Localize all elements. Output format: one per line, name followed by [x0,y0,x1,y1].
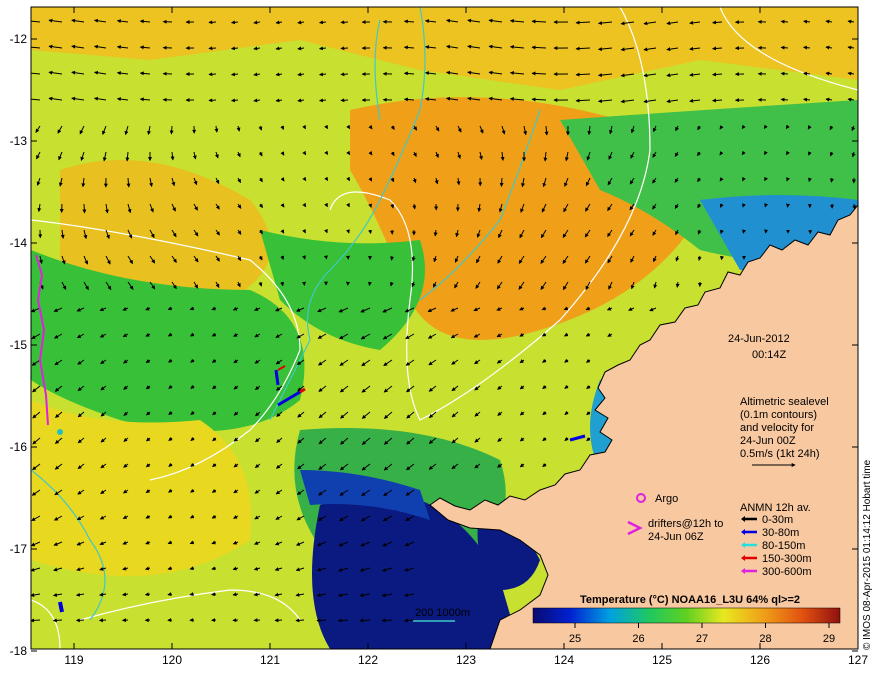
sst-map: 119 120 121 122 123 124 125 126 127 -12 -13 -14 -15… [10,6,868,667]
lat-tick-label: -17 [10,542,28,556]
velocity-arrow [829,177,834,183]
lon-tick-label: 121 [260,653,280,667]
velocity-arrow [368,229,372,235]
map-field [31,7,858,649]
velocity-arrow [712,72,723,77]
colorbar-title: Temperature (°C) NOAA16_L3U 64% ql>=2 [580,594,800,606]
velocity-arrow [316,618,327,623]
velocity-arrow [780,45,789,50]
lat-tick-label: -14 [10,236,28,250]
velocity-arrow [337,618,349,623]
velocity-arrow [318,98,327,103]
velocity-arrow [189,592,195,597]
velocity-arrow [368,281,372,287]
velocity-arrow [712,46,723,51]
velocity-arrow [786,203,790,208]
colorbar-scale [532,607,841,624]
velocity-arrow [780,19,789,24]
velocity-arrow [169,125,174,135]
velocity-arrow [295,618,305,623]
isobath-label: 200 1000m [415,607,470,619]
drifters-line-2: 24-Jun 06Z [648,531,704,543]
altimetry-line-2: (0.1m contours) [740,409,817,421]
altimetry-title: Altimetric sealevel [740,396,829,408]
velocity-arrow [381,618,393,623]
velocity-arrow [531,97,547,102]
anmn-legend-label: 30-80m [762,527,799,539]
velocity-arrow [208,98,217,103]
velocity-arrow [52,618,63,623]
velocity-arrow [742,229,746,234]
anmn-legend-label: 300-600m [762,566,812,578]
velocity-arrow [274,618,283,623]
argo-float [57,429,63,435]
velocity-arrow [208,72,217,77]
lon-tick-label: 127 [848,653,868,667]
velocity-arrow [230,98,239,103]
velocity-arrow [318,72,327,77]
velocity-arrow [780,71,789,76]
velocity-arrow [230,72,239,77]
lat-tick-label: -12 [10,32,28,46]
velocity-arrow [499,177,504,187]
date-label: 24-Jun-2012 [728,333,790,345]
velocity-arrow [359,618,371,623]
velocity-arrow [340,20,349,25]
velocity-arrow [208,46,217,51]
velocity-arrow [167,592,173,597]
lon-tick-label: 123 [456,653,476,667]
lon-tick-label: 120 [162,653,182,667]
lon-tick-label: 124 [554,653,574,667]
lon-tick-label: 122 [358,653,378,667]
velocity-arrow [780,97,789,102]
colorbar-tick-label: 28 [759,633,771,645]
lat-tick-label: -18 [10,644,28,658]
velocity-arrow [403,618,415,623]
velocity-arrow [719,255,724,261]
drifters-line-1: drifters@12h to [648,518,723,530]
altimetry-line-3: and velocity for [740,422,814,434]
velocity-arrow [98,618,107,623]
velocity-arrow [531,71,547,76]
colorbar-tick-label: 29 [823,633,835,645]
lat-tick-label: -15 [10,338,28,352]
anmn-legend-label: 150-300m [762,553,812,565]
colorbar-tick-label: 26 [632,633,644,645]
colorbar-tick-label: 27 [696,633,708,645]
velocity-arrow [31,618,41,623]
lon-tick-label: 126 [750,653,770,667]
velocity-arrow [208,20,217,25]
lat-tick-label: -16 [10,440,28,454]
velocity-arrow [318,46,327,51]
anmn-title: ANMN 12h av. [740,502,811,514]
anmn-legend-label: 80-150m [762,540,805,552]
velocity-arrow [340,46,349,51]
lat-tick-label: -13 [10,134,28,148]
isobath-legend: 200 1000m [413,607,470,622]
lon-tick-label: 125 [652,653,672,667]
velocity-arrow [82,203,87,214]
argo-label: Argo [655,493,678,505]
velocity-arrow [531,45,547,50]
lon-tick-label: 119 [64,653,83,667]
velocity-arrow [712,20,723,25]
velocity-arrow [75,618,85,623]
velocity-arrow [318,20,327,25]
velocity-arrow [230,46,239,51]
credit-text: © IMOS 08-Apr-2015 01:14:12 Hobart time [862,459,873,650]
colorbar-tick-label: 25 [569,633,581,645]
velocity-arrow [230,20,239,25]
velocity-arrow [340,98,349,103]
velocity-arrow [712,98,723,103]
velocity-arrow [852,203,857,210]
time-label: 00:14Z [752,349,787,361]
velocity-arrow [340,72,349,77]
velocity-arrow [531,19,547,24]
anmn-mooring-2 [274,369,280,386]
altimetry-line-5: 0.5m/s (1kt 24h) [740,448,819,460]
anmn-legend-label: 0-30m [762,514,793,526]
velocity-arrow [323,255,328,260]
altimetry-line-4: 24-Jun 00Z [740,435,796,447]
